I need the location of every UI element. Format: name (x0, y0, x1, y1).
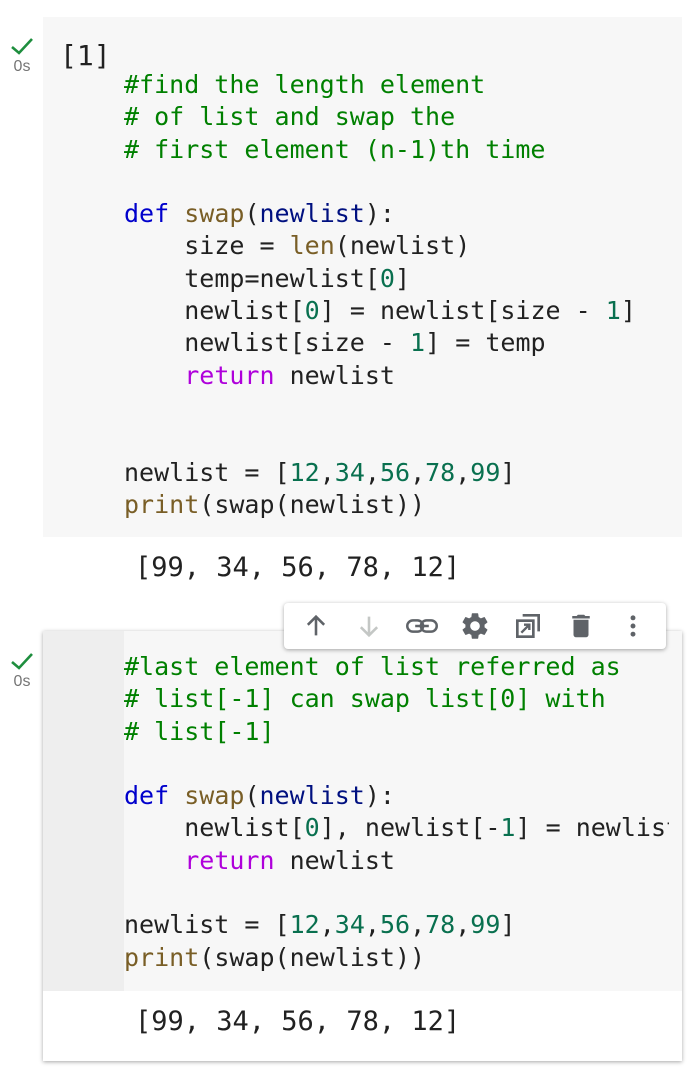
code-line[interactable] (124, 392, 674, 424)
code-line[interactable]: print(swap(newlist)) (124, 942, 669, 974)
code-line[interactable]: newlist[0] = newlist[size - 1] (124, 295, 674, 327)
cell-toolbar (284, 603, 666, 649)
execution-time: 0s (13, 58, 31, 75)
code-line[interactable] (124, 877, 669, 909)
cell-2-status: 0s (8, 651, 36, 691)
execution-count[interactable]: [1] (60, 36, 111, 76)
code-line[interactable]: #last element of list referred as (124, 651, 669, 683)
move-cell-up-button[interactable] (296, 606, 336, 646)
code-line[interactable]: # of list and swap the (124, 101, 674, 133)
delete-cell-button[interactable] (561, 606, 601, 646)
arrow-down-icon (360, 616, 379, 638)
code-line[interactable]: # list[-1] can swap list[0] with (124, 683, 669, 715)
gear-icon (462, 613, 488, 639)
code-editor-1[interactable]: #find the length element # of list and sw… (124, 69, 674, 521)
code-line[interactable]: return newlist (124, 360, 674, 392)
code-line[interactable]: def swap(newlist): (124, 198, 674, 230)
code-line[interactable]: size = len(newlist) (124, 230, 674, 262)
link-icon (406, 619, 439, 633)
check-icon (11, 653, 33, 670)
code-line[interactable]: newlist[0], newlist[-1] = newlist[-1], n… (124, 812, 669, 844)
code-editor-2[interactable]: #last element of list referred as # list[… (124, 651, 669, 974)
code-line[interactable] (124, 166, 674, 198)
check-icon (11, 38, 33, 55)
code-line[interactable]: newlist = [12,34,56,78,99] (124, 909, 669, 941)
code-line[interactable]: # list[-1] (124, 716, 669, 748)
execution-time: 0s (13, 673, 31, 690)
code-line[interactable]: temp=newlist[0] (124, 263, 674, 295)
code-line[interactable]: def swap(newlist): (124, 780, 669, 812)
code-line[interactable]: # first element (n-1)th time (124, 134, 674, 166)
code-line[interactable] (124, 748, 669, 780)
cell-gutter[interactable] (43, 631, 124, 991)
more-options-button[interactable] (613, 606, 653, 646)
cell-output-2: [99, 34, 56, 78, 12] (135, 1006, 461, 1037)
code-line[interactable]: return newlist (124, 845, 669, 877)
mirror-cell-icon (515, 614, 540, 638)
mirror-cell-button[interactable] (508, 606, 548, 646)
arrow-up-icon (307, 614, 326, 636)
code-line[interactable]: #find the length element (124, 69, 674, 101)
cell-1-status: 0s (8, 36, 36, 76)
cell-settings-button[interactable] (455, 606, 495, 646)
move-cell-down-button[interactable] (349, 606, 389, 646)
code-line[interactable] (124, 424, 674, 456)
copy-link-button[interactable] (402, 606, 442, 646)
code-line[interactable]: newlist = [12,34,56,78,99] (124, 457, 674, 489)
code-line[interactable]: newlist[size - 1] = temp (124, 327, 674, 359)
code-line[interactable]: print(swap(newlist)) (124, 489, 674, 521)
trash-icon (571, 614, 590, 638)
cell-output-1: [99, 34, 56, 78, 12] (135, 552, 461, 583)
more-vert-icon (631, 615, 636, 637)
